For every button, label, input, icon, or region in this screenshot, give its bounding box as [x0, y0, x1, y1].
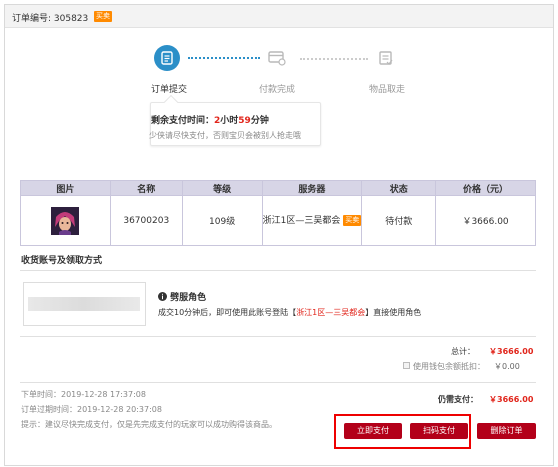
table-row: 36700203 109级 浙江1区—三吴都会 买卖 待付款 ￥3666.00 [20, 195, 536, 246]
item-server: 浙江1区—三吴都会 买卖 [261, 195, 363, 246]
item-level: 109级 [181, 195, 263, 246]
account-redacted [28, 297, 140, 311]
delivery-method: 劈服角色 [158, 290, 206, 303]
step-connector-pending [300, 58, 368, 60]
divider [20, 336, 536, 337]
box-icon [378, 50, 394, 70]
item-name: 36700203 [109, 195, 183, 246]
item-status: 待付款 [361, 195, 437, 246]
order-number: 订单编号: 305823 [12, 14, 89, 24]
expire-time: 订单过期时间：2019-12-28 20:37:08 [21, 405, 162, 414]
divider [20, 270, 536, 271]
col-status: 状态 [361, 180, 437, 196]
col-level: 等级 [181, 180, 263, 196]
countdown-text: 剩余支付时间：2小时59分钟 [151, 116, 269, 126]
step-submit-icon [154, 45, 180, 71]
wallet-checkbox[interactable] [403, 362, 410, 369]
trade-badge: 买卖 [94, 11, 112, 22]
col-image: 图片 [20, 180, 111, 196]
item-thumbnail[interactable] [51, 206, 80, 235]
col-server: 服务器 [261, 180, 363, 196]
step-label-paid: 付款完成 [259, 85, 296, 95]
scan-pay-button[interactable]: 扫码支付 [410, 423, 468, 439]
wallet-label: 使用钱包余额抵扣： [413, 362, 485, 371]
step-label-submit: 订单提交 [151, 85, 188, 95]
server-badge: 买卖 [343, 214, 362, 226]
need-pay-value: ￥3666.00 [489, 395, 534, 404]
step-connector-done [188, 57, 260, 59]
order-time: 下单时间：2019-12-28 17:37:08 [21, 390, 146, 399]
delete-order-button[interactable]: 删除订单 [477, 423, 536, 439]
delivery-instructions: 成交10分钟后，即可使用此账号登陆【浙江1区—三吴都会】直接使用角色 [158, 308, 422, 317]
payment-countdown-popup: 剩余支付时间：2小时59分钟 少侠请尽快支付，否则宝贝会被别人抢走哦 [149, 94, 321, 146]
order-header: 订单编号: 305823 买卖 [5, 5, 553, 28]
item-table: 图片 名称 等级 服务器 状态 价格（元） 36700203 109级 浙江1区… [20, 180, 536, 246]
payment-tip: 提示：建议尽快完成支付，仅是先完成支付的玩家可以成功购得该商品。 [21, 420, 277, 429]
section-title: 收货账号及领取方式 [21, 256, 103, 266]
col-price: 价格（元） [435, 180, 536, 196]
col-name: 名称 [109, 180, 183, 196]
pay-now-button[interactable]: 立即支付 [344, 423, 402, 439]
need-pay-label: 仍需支付： [438, 395, 478, 404]
step-label-picked: 物品取走 [369, 85, 406, 95]
card-icon [268, 50, 286, 69]
wallet-value: ￥0.00 [494, 362, 520, 371]
countdown-note: 少侠请尽快支付，否则宝贝会被别人抢走哦 [149, 131, 301, 140]
account-field [23, 282, 146, 326]
item-price: ￥3666.00 [435, 195, 536, 246]
divider [20, 382, 536, 383]
info-icon [158, 292, 170, 303]
total-label: 总计： [451, 347, 475, 356]
total-value: ￥3666.00 [489, 347, 534, 356]
